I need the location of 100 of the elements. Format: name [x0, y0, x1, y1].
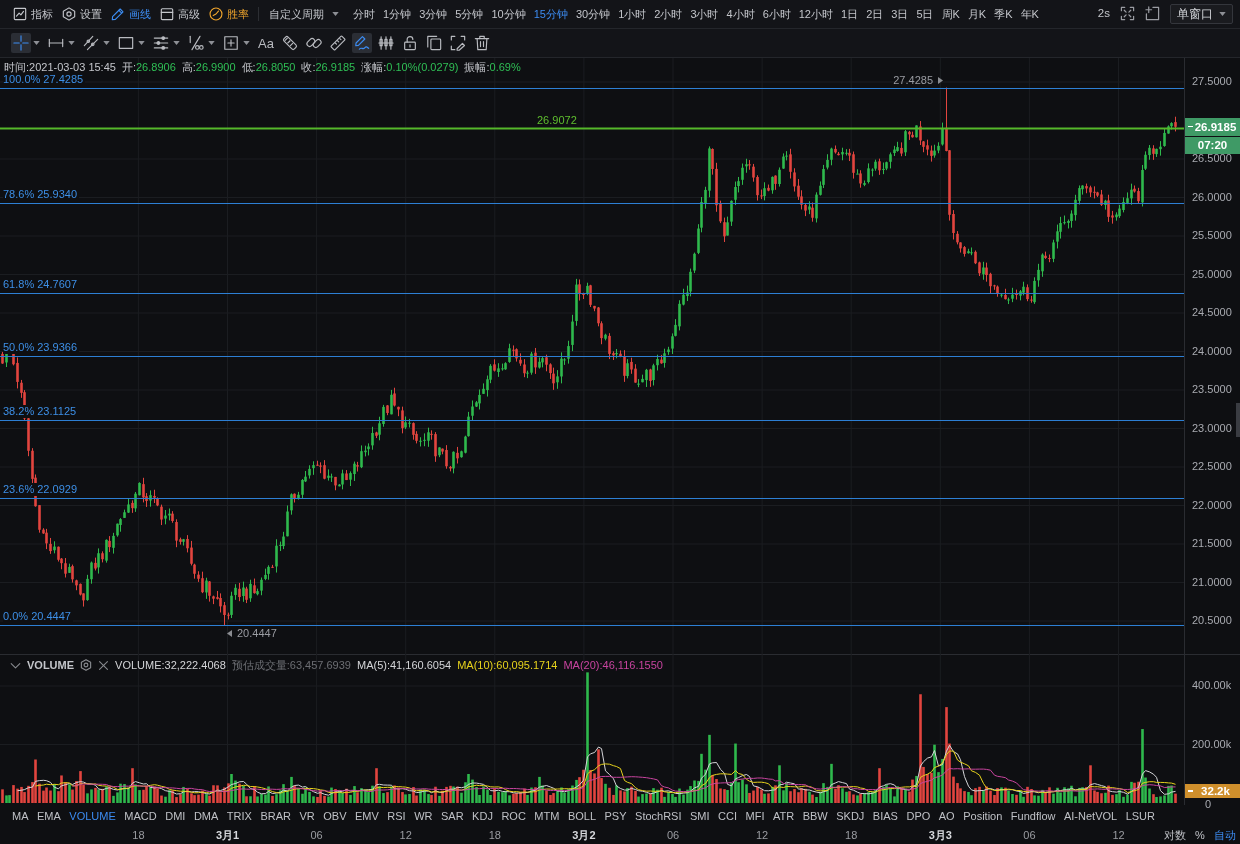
drawing-tool-button[interactable]	[81, 33, 101, 53]
indicator-tab[interactable]: TRIX	[226, 810, 252, 822]
rectangle-icon	[118, 35, 134, 51]
period-tab[interactable]: 3日	[891, 8, 909, 20]
period-tab[interactable]: 季K	[994, 8, 1013, 20]
indicator-tab[interactable]: EMA	[37, 810, 61, 822]
close-icon[interactable]	[98, 659, 110, 671]
period-tab[interactable]: 年K	[1020, 8, 1039, 20]
indicator-readout: MA(10):60,095.1714	[457, 658, 558, 672]
period-dropdown[interactable]: 自定义周期	[269, 8, 339, 20]
last-price-tag: 26.9185	[1185, 117, 1240, 136]
drawing-tool-button[interactable]	[151, 33, 171, 53]
menu-button[interactable]: 画线	[111, 7, 151, 21]
drawing-tool-button[interactable]	[351, 33, 372, 53]
period-tab[interactable]: 4小时	[726, 8, 755, 20]
indicator-tab[interactable]: BBW	[802, 810, 828, 822]
time-axis-label: 3月3	[928, 829, 952, 842]
drawing-tool-button[interactable]	[375, 33, 396, 53]
indicator-tab[interactable]: StochRSI	[635, 810, 682, 822]
caret-icon[interactable]	[243, 41, 250, 45]
menu-button[interactable]: 设置	[62, 7, 102, 21]
period-tab[interactable]: 1分钟	[383, 8, 412, 20]
indicator-tab[interactable]: MTM	[534, 810, 560, 822]
indicator-tab[interactable]: AO	[938, 810, 955, 822]
scale-option[interactable]: %	[1195, 830, 1205, 841]
indicator-tab[interactable]: MACD	[124, 810, 157, 822]
axis-tick-label: 25.0000	[1192, 267, 1232, 281]
indicator-tab[interactable]: CCI	[718, 810, 738, 822]
window-mode-dropdown[interactable]: 单窗口	[1170, 3, 1233, 25]
add-square-icon	[223, 35, 239, 51]
caret-icon[interactable]	[33, 41, 40, 45]
menu-button[interactable]: 胜率	[209, 7, 249, 21]
indicator-tab[interactable]: Fundflow	[1010, 810, 1056, 822]
period-tab[interactable]: 分时	[353, 8, 375, 20]
indicator-tab[interactable]: DMI	[165, 810, 186, 822]
indicator-tab[interactable]: SMI	[690, 810, 710, 822]
indicator-tab[interactable]: SKDJ	[836, 810, 865, 822]
menu-button[interactable]: 指标	[13, 7, 53, 21]
indicator-tab[interactable]: WR	[414, 810, 433, 822]
fibonacci-level-label: 50.0% 23.9366	[3, 341, 79, 355]
indicator-tab[interactable]: KDJ	[472, 810, 493, 822]
period-tab[interactable]: 12小时	[798, 8, 833, 20]
time-axis-label: 06	[666, 829, 680, 842]
indicator-tab[interactable]: DPO	[906, 810, 931, 822]
crosshair-icon	[13, 35, 29, 51]
add-window-icon[interactable]	[1145, 6, 1160, 22]
indicator-tab[interactable]: BIAS	[872, 810, 898, 822]
caret-icon[interactable]	[68, 41, 75, 45]
menu-button[interactable]: 高级	[160, 7, 200, 21]
indicator-readout: MA(20):46,116.1550	[563, 658, 663, 672]
period-tab[interactable]: 月K	[967, 8, 987, 20]
period-tab[interactable]: 周K	[941, 8, 960, 20]
drawing-tool-button[interactable]: Aa	[256, 33, 276, 53]
indicator-title: VOLUME	[27, 658, 75, 672]
indicator-tab[interactable]: VOLUME	[69, 810, 116, 822]
indicator-tab[interactable]: ATR	[773, 810, 795, 822]
indicator-tab[interactable]: DMA	[193, 810, 219, 822]
indicator-tab[interactable]: AI-NetVOL	[1063, 810, 1118, 822]
countdown-tag: 07:20	[1185, 136, 1240, 154]
scale-option[interactable]: 自动	[1213, 830, 1236, 841]
refresh-interval[interactable]: 2s	[1097, 7, 1110, 21]
period-tab[interactable]: 2日	[866, 8, 884, 20]
indicator-tab[interactable]: EMV	[354, 810, 379, 822]
period-tab[interactable]: 1小时	[618, 8, 647, 20]
caret-icon	[332, 12, 339, 16]
arrow-icon	[227, 630, 232, 638]
indicator-tab[interactable]: BRAR	[260, 810, 291, 822]
caret-icon[interactable]	[138, 41, 145, 45]
period-tab[interactable]: 3小时	[690, 8, 719, 20]
indicator-tab[interactable]: LSUR	[1125, 810, 1155, 822]
period-tab[interactable]: 10分钟	[491, 8, 526, 20]
resize-handle[interactable]	[1236, 403, 1240, 437]
indicator-tab[interactable]: MFI	[745, 810, 765, 822]
indicator-tab[interactable]: RSI	[387, 810, 406, 822]
period-tab[interactable]: 15分钟	[533, 8, 568, 20]
period-tab[interactable]: 2小时	[654, 8, 683, 20]
indicator-tab[interactable]: SAR	[441, 810, 464, 822]
caret-icon[interactable]	[103, 41, 110, 45]
period-tab[interactable]: 5日	[916, 8, 934, 20]
indicator-tab[interactable]: OBV	[323, 810, 347, 822]
period-tab[interactable]: 1日	[841, 8, 859, 20]
scale-option[interactable]: 对数	[1164, 830, 1186, 841]
period-tab[interactable]: 5分钟	[455, 8, 484, 20]
indicator-tab[interactable]: BOLL	[567, 810, 597, 822]
period-tab[interactable]: 30分钟	[575, 8, 611, 20]
screenshot-icon	[449, 35, 466, 51]
parallel-lines-icon	[153, 35, 169, 51]
drawing-tool-button[interactable]	[221, 33, 241, 53]
indicator-tab[interactable]: Position	[963, 810, 1003, 822]
settings-icon[interactable]	[80, 659, 93, 671]
indicator-tab[interactable]: MA	[12, 810, 29, 822]
period-tab[interactable]: 3分钟	[419, 8, 448, 20]
caret-icon[interactable]	[173, 41, 180, 45]
drawing-tool-button[interactable]	[327, 33, 348, 53]
indicator-tab[interactable]: VR	[299, 810, 315, 822]
indicator-tab[interactable]: PSY	[604, 810, 627, 822]
period-tab[interactable]: 6小时	[762, 8, 791, 20]
indicator-tab[interactable]: ROC	[501, 810, 526, 822]
fullscreen-icon[interactable]	[1120, 6, 1135, 22]
caret-icon[interactable]	[208, 41, 215, 45]
